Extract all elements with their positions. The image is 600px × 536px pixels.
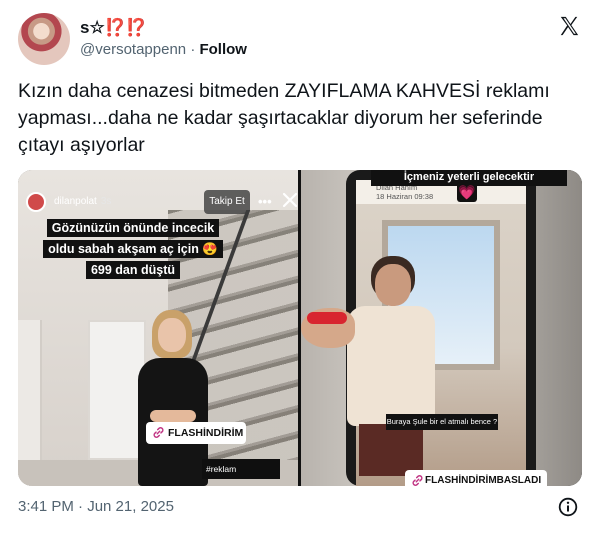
avatar[interactable] [18,13,70,65]
speech-caption: Buraya Şule bir el atmalı bence ? [386,414,498,430]
close-icon[interactable] [280,190,298,210]
story-user[interactable]: dilanpolat 3s [54,196,111,207]
handle-line: @versotappenn · Follow [80,41,247,58]
ad-tag: #reklam [202,459,280,479]
separator: · [190,41,196,58]
story-caption: Gözünüzün önünde incecik oldu sabah akşa… [38,218,228,281]
scene-person [341,256,441,476]
info-icon[interactable] [558,497,578,517]
follow-button[interactable]: Follow [199,41,247,58]
timestamp[interactable]: 3:41 PM · Jun 21, 2025 [18,498,174,515]
story-top-bar: dilanpolat 3s Takip Et ••• [26,190,298,216]
media-right[interactable]: Dilan Hanım 18 Haziran 09:38 İçmeniz yet… [301,170,582,486]
display-name[interactable]: s☆⁉️⁉️ [80,18,147,38]
link-icon [153,427,164,438]
tweet-header: s☆⁉️⁉️ @versotappenn · Follow [18,13,584,65]
handle[interactable]: @versotappenn [80,41,186,58]
scene-finger [301,308,355,348]
link-icon [412,475,423,486]
link-sticker[interactable]: FLASHİNDİRİM [146,422,246,444]
tweet-text: Kızın daha cenazesi bitmeden ZAYIFLAMA K… [18,80,550,156]
heart-icon: 💗 [457,182,477,202]
link-sticker-2[interactable]: FLASHİNDİRİMBASLADI [405,470,547,486]
tweet-footer: 3:41 PM · Jun 21, 2025 [18,497,584,518]
media-grid[interactable]: dilanpolat 3s Takip Et ••• Gözünüzün önün… [18,170,582,486]
media-left[interactable]: dilanpolat 3s Takip Et ••• Gözünüzün önün… [18,170,298,486]
story-avatar[interactable] [26,192,46,212]
takip-et-button[interactable]: Takip Et [204,190,250,214]
more-icon[interactable]: ••• [258,194,272,209]
x-logo-icon[interactable] [558,15,580,37]
